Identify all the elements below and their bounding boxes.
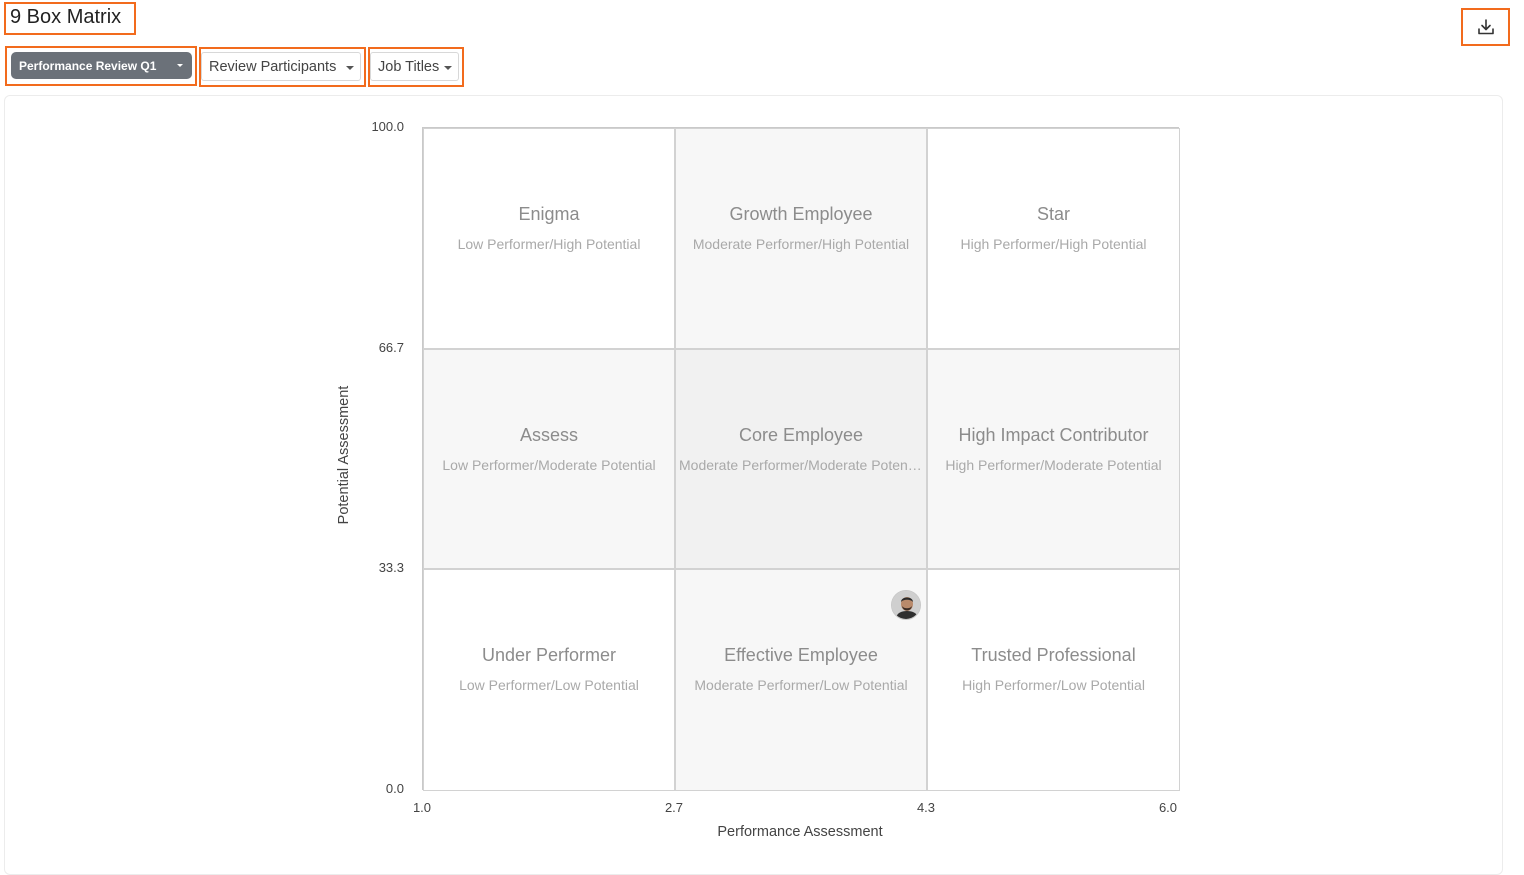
review-cycle-label: Performance Review Q1 [19, 58, 157, 73]
participants-label: Review Participants [209, 58, 337, 75]
x-tick: 6.0 [1158, 800, 1178, 815]
y-tick: 100.0 [371, 119, 404, 134]
cell-assess[interactable]: Assess Low Performer/Moderate Potential [423, 349, 675, 569]
y-tick: 0.0 [385, 781, 404, 796]
x-axis-label: Performance Assessment [717, 824, 883, 840]
download-button[interactable] [1464, 10, 1508, 44]
y-axis-label: Potential Assessment [336, 385, 352, 525]
cell-title: High Impact Contributor [958, 425, 1149, 445]
nine-box-grid: Enigma Low Performer/High Potential Grow… [422, 127, 1180, 791]
cell-subtitle: Moderate Performer/High Potential [692, 236, 910, 252]
cell-title: Effective Employee [724, 645, 878, 665]
y-tick: 33.3 [378, 560, 404, 575]
cell-title: Trusted Professional [971, 645, 1136, 665]
x-tick: 2.7 [664, 800, 684, 815]
cell-subtitle: Low Performer/Moderate Potential [442, 457, 656, 473]
cell-trusted-professional[interactable]: Trusted Professional High Performer/Low … [927, 569, 1180, 791]
chevron-down-icon [177, 64, 183, 67]
cell-subtitle: Low Performer/High Potential [457, 236, 641, 252]
cell-growth-employee[interactable]: Growth Employee Moderate Performer/High … [675, 128, 927, 349]
cell-subtitle: Moderate Performer/Moderate Potential [679, 457, 923, 473]
cell-core-employee[interactable]: Core Employee Moderate Performer/Moderat… [675, 349, 927, 569]
download-icon [1478, 19, 1494, 35]
cell-title: Star [1036, 204, 1070, 224]
cell-under-performer[interactable]: Under Performer Low Performer/Low Potent… [423, 569, 675, 791]
chevron-down-icon [346, 66, 354, 70]
page-title: 9 Box Matrix [10, 6, 122, 28]
cell-title: Enigma [518, 204, 580, 224]
chevron-down-icon [444, 66, 452, 70]
cell-star[interactable]: Star High Performer/High Potential [927, 128, 1180, 349]
employee-avatar[interactable] [891, 590, 921, 620]
x-tick: 4.3 [916, 800, 936, 815]
cell-subtitle: High Performer/Low Potential [962, 677, 1145, 693]
review-cycle-dropdown[interactable]: Performance Review Q1 [11, 52, 192, 79]
job-titles-label: Job Titles [378, 58, 440, 75]
cell-subtitle: High Performer/High Potential [960, 236, 1147, 252]
cell-subtitle: High Performer/Moderate Potential [945, 457, 1162, 473]
y-tick: 66.7 [378, 340, 404, 355]
cell-enigma[interactable]: Enigma Low Performer/High Potential [423, 128, 675, 349]
cell-subtitle: Low Performer/Low Potential [459, 677, 639, 693]
cell-subtitle: Moderate Performer/Low Potential [694, 677, 908, 693]
participants-dropdown[interactable]: Review Participants [201, 52, 361, 81]
x-tick: 1.0 [412, 800, 432, 815]
cell-high-impact-contributor[interactable]: High Impact Contributor High Performer/M… [927, 349, 1180, 569]
cell-title: Under Performer [481, 645, 617, 665]
cell-title: Assess [519, 425, 579, 445]
cell-title: Core Employee [738, 425, 864, 445]
cell-title: Growth Employee [729, 204, 873, 224]
cell-effective-employee[interactable]: Effective Employee Moderate Performer/Lo… [675, 569, 927, 791]
job-titles-dropdown[interactable]: Job Titles [370, 52, 459, 81]
